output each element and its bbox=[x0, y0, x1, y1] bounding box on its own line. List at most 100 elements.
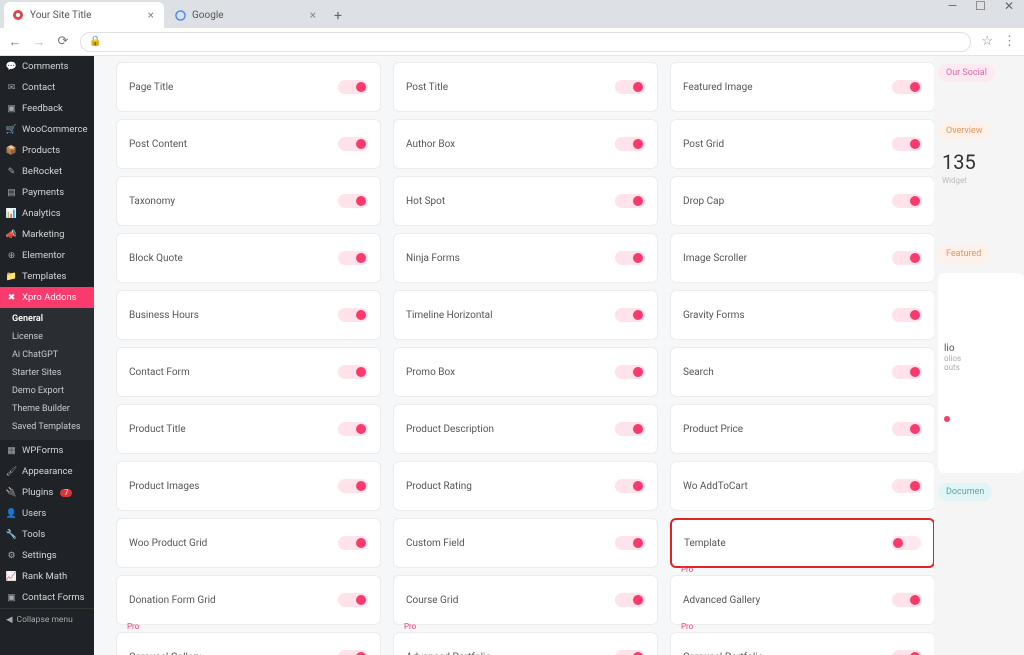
pro-badge: Pro bbox=[681, 622, 693, 631]
widget-card-image-scroller: Image Scroller bbox=[670, 233, 934, 283]
sidebar-item-contact[interactable]: ✉Contact bbox=[0, 77, 94, 98]
sidebar-item-templates[interactable]: 📁Templates bbox=[0, 266, 94, 287]
widget-toggle[interactable] bbox=[338, 479, 368, 493]
widget-label: Product Rating bbox=[406, 481, 472, 492]
sidebar-item-plugins[interactable]: 🔌Plugins7 bbox=[0, 482, 94, 503]
widget-card-search: Search bbox=[670, 347, 934, 397]
sidebar-subitem-starter-sites[interactable]: Starter Sites bbox=[0, 364, 94, 382]
sidebar-subitem-saved-templates[interactable]: Saved Templates bbox=[0, 418, 94, 436]
widget-toggle[interactable] bbox=[615, 365, 645, 379]
sidebar-item-contact-forms[interactable]: ▣Contact Forms bbox=[0, 587, 94, 608]
widget-toggle[interactable] bbox=[892, 194, 922, 208]
widget-toggle[interactable] bbox=[892, 308, 922, 322]
widget-label: Post Title bbox=[406, 82, 448, 93]
browser-tab-inactive[interactable]: Google × bbox=[166, 2, 326, 28]
widget-label: Course Grid bbox=[406, 595, 458, 606]
widget-toggle[interactable] bbox=[892, 422, 922, 436]
widget-toggle[interactable] bbox=[615, 536, 645, 550]
widget-toggle[interactable] bbox=[615, 194, 645, 208]
sidebar-item-users[interactable]: 👤Users bbox=[0, 503, 94, 524]
widget-toggle[interactable] bbox=[892, 593, 922, 607]
sidebar-subitem-license[interactable]: License bbox=[0, 328, 94, 346]
reload-button[interactable]: ⟳ bbox=[56, 34, 70, 49]
menu-icon[interactable]: ⋮ bbox=[1003, 34, 1016, 49]
widget-card-wo-addtocart: Wo AddToCart bbox=[670, 461, 934, 511]
widget-toggle[interactable] bbox=[615, 308, 645, 322]
widget-card-custom-field: Custom Field bbox=[393, 518, 658, 568]
sidebar-subitem-demo-export[interactable]: Demo Export bbox=[0, 382, 94, 400]
sidebar-subitem-ai-chatgpt[interactable]: Ai ChatGPT bbox=[0, 346, 94, 364]
widget-toggle[interactable] bbox=[338, 251, 368, 265]
tab-close-icon[interactable]: × bbox=[148, 8, 154, 22]
widget-label: Featured Image bbox=[683, 82, 753, 93]
sidebar-item-payments[interactable]: ▤Payments bbox=[0, 182, 94, 203]
sidebar-item-products[interactable]: 📦Products bbox=[0, 140, 94, 161]
widget-toggle[interactable] bbox=[338, 593, 368, 607]
sidebar-item-analytics[interactable]: 📊Analytics bbox=[0, 203, 94, 224]
url-input[interactable]: 🔒 bbox=[80, 32, 971, 52]
widget-toggle[interactable] bbox=[892, 251, 922, 265]
sidebar-item-wpforms[interactable]: ▦WPForms bbox=[0, 440, 94, 461]
sidebar-item-label: Templates bbox=[22, 271, 66, 282]
sidebar-item-comments[interactable]: 💬Comments bbox=[0, 56, 94, 77]
widget-toggle[interactable] bbox=[338, 536, 368, 550]
widget-label: Taxonomy bbox=[129, 196, 175, 207]
widget-toggle[interactable] bbox=[615, 593, 645, 607]
sidebar-item-marketing[interactable]: 📣Marketing bbox=[0, 224, 94, 245]
widget-toggle[interactable] bbox=[892, 365, 922, 379]
dot-icon bbox=[944, 416, 950, 422]
widget-card-post-title: Post Title bbox=[393, 62, 658, 112]
woocommerce-icon: 🛒 bbox=[6, 124, 17, 135]
widget-toggle[interactable] bbox=[338, 137, 368, 151]
sidebar-item-rank-math[interactable]: 📈Rank Math bbox=[0, 566, 94, 587]
back-button[interactable]: ← bbox=[8, 34, 22, 50]
widget-toggle[interactable] bbox=[891, 536, 921, 550]
new-tab-button[interactable]: + bbox=[328, 8, 348, 28]
sidebar-item-appearance[interactable]: 🖌Appearance bbox=[0, 461, 94, 482]
widget-toggle[interactable] bbox=[615, 137, 645, 151]
minimize-icon[interactable]: — bbox=[948, 0, 957, 13]
sidebar-item-label: Contact bbox=[22, 82, 55, 93]
widget-toggle[interactable] bbox=[892, 650, 922, 655]
sidebar-item-label: Tools bbox=[22, 529, 45, 540]
widget-toggle[interactable] bbox=[892, 137, 922, 151]
widget-card-author-box: Author Box bbox=[393, 119, 658, 169]
sidebar-item-xpro-addons[interactable]: ✖Xpro Addons bbox=[0, 287, 94, 308]
right-box: lio olios outs bbox=[938, 273, 1024, 473]
overview-label: Widget bbox=[942, 176, 1024, 185]
widget-toggle[interactable] bbox=[892, 80, 922, 94]
forward-button[interactable]: → bbox=[32, 34, 46, 50]
sidebar-subitem-general[interactable]: General bbox=[0, 310, 94, 328]
address-bar: ← → ⟳ 🔒 ☆ ⋮ bbox=[0, 28, 1024, 56]
widget-toggle[interactable] bbox=[338, 194, 368, 208]
widget-toggle[interactable] bbox=[615, 251, 645, 265]
sidebar-item-elementor[interactable]: ⊕Elementor bbox=[0, 245, 94, 266]
widget-toggle[interactable] bbox=[892, 479, 922, 493]
sidebar-item-feedback[interactable]: ▣Feedback bbox=[0, 98, 94, 119]
widget-toggle[interactable] bbox=[338, 80, 368, 94]
widget-card-product-images: Product Images bbox=[116, 461, 381, 511]
tab-close-icon[interactable]: × bbox=[310, 8, 316, 22]
widget-toggle[interactable] bbox=[615, 479, 645, 493]
sidebar-item-settings[interactable]: ⚙Settings bbox=[0, 545, 94, 566]
widget-label: Hot Spot bbox=[406, 196, 445, 207]
widget-toggle[interactable] bbox=[338, 422, 368, 436]
star-icon[interactable]: ☆ bbox=[981, 34, 993, 49]
widget-toggle[interactable] bbox=[338, 650, 368, 655]
widget-toggle[interactable] bbox=[615, 80, 645, 94]
collapse-menu[interactable]: ◀Collapse menu bbox=[0, 608, 94, 631]
widget-label: Custom Field bbox=[406, 538, 465, 549]
maximize-icon[interactable]: ☐ bbox=[975, 0, 986, 13]
sidebar-item-tools[interactable]: 🔧 Tools bbox=[0, 524, 94, 545]
widget-toggle[interactable] bbox=[338, 308, 368, 322]
tools-icon: 🔧 bbox=[6, 529, 17, 540]
sidebar-item-label: BeRocket bbox=[22, 166, 62, 177]
browser-tab-active[interactable]: Your Site Title × bbox=[4, 2, 164, 28]
widget-toggle[interactable] bbox=[615, 422, 645, 436]
widget-toggle[interactable] bbox=[615, 650, 645, 655]
sidebar-item-woocommerce[interactable]: 🛒WooCommerce bbox=[0, 119, 94, 140]
sidebar-item-berocket[interactable]: ✎BeRocket bbox=[0, 161, 94, 182]
close-icon[interactable]: ✕ bbox=[1004, 0, 1014, 13]
sidebar-subitem-theme-builder[interactable]: Theme Builder bbox=[0, 400, 94, 418]
widget-toggle[interactable] bbox=[338, 365, 368, 379]
